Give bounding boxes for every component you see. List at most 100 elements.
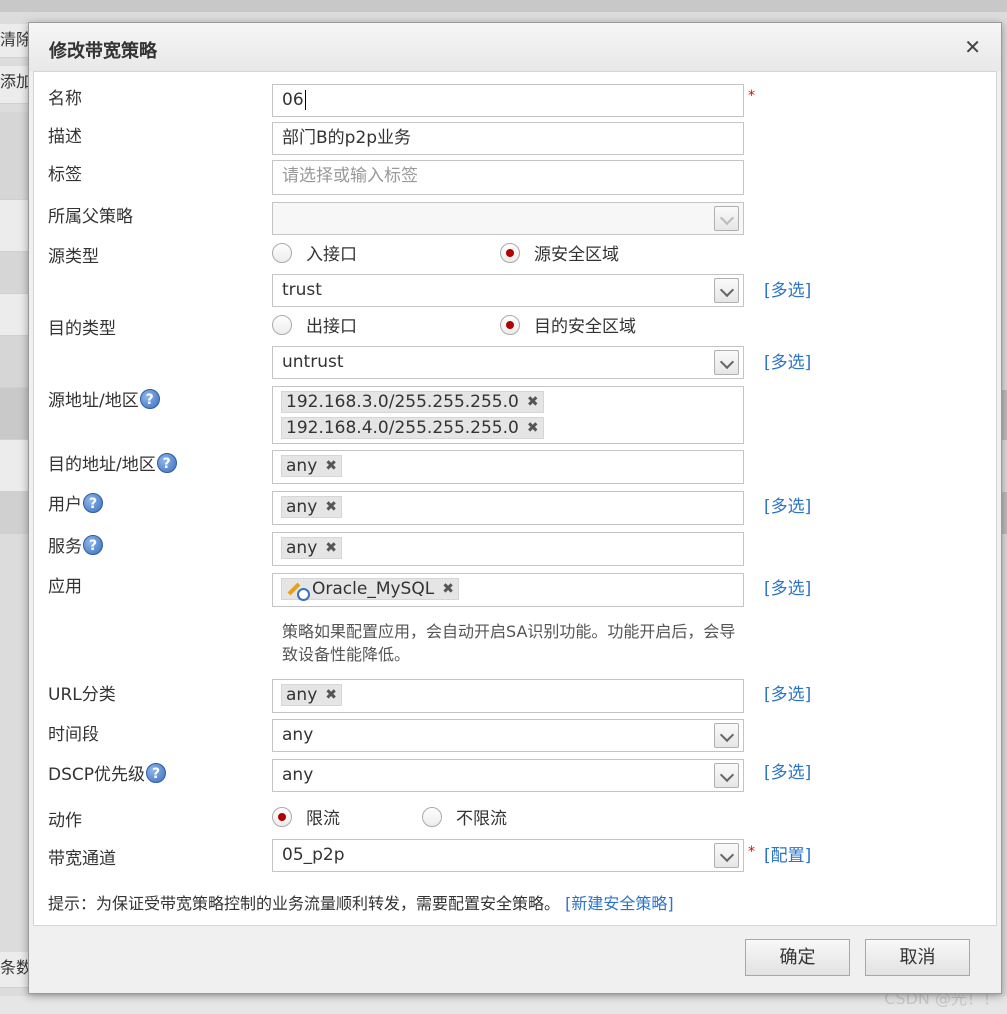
remove-tag-icon[interactable]: ✖ (325, 687, 337, 703)
source-address-label-text: 源地址/地区 (48, 391, 139, 411)
source-zone-select[interactable]: trust (272, 274, 744, 307)
background-count-label: 条数 (0, 958, 30, 977)
background-clear-button: 清除 (0, 24, 30, 58)
action-radio-group: 限流 不限流 (272, 804, 507, 829)
required-mark: * (748, 88, 755, 104)
background-add-label: 添加 (0, 72, 30, 91)
user-multi-select-link[interactable]: [多选] (764, 492, 811, 517)
security-policy-note: 提示：为保证受带宽策略控制的业务流量顺利转发，需要配置安全策略。 [新建安全策略… (48, 890, 674, 914)
parent-policy-select (272, 202, 744, 235)
remove-tag-icon[interactable]: ✖ (325, 499, 337, 515)
time-range-value: any (282, 725, 314, 745)
service-tag: any ✖ (281, 537, 342, 559)
user-tag: any ✖ (281, 496, 342, 518)
dscp-value: any (282, 765, 314, 785)
required-mark: * (748, 844, 755, 860)
source-type-option-label: 源安全区域 (534, 245, 619, 265)
background-row (0, 440, 30, 492)
new-security-policy-link[interactable]: [新建安全策略] (565, 894, 674, 913)
name-value: 06 (282, 90, 304, 110)
application-tag-input[interactable]: Oracle_MySQL ✖ (272, 573, 744, 607)
time-range-select[interactable]: any (272, 719, 744, 752)
bandwidth-channel-select[interactable]: 05_p2p (272, 839, 744, 872)
remove-tag-icon[interactable]: ✖ (325, 540, 337, 556)
help-icon[interactable]: ? (83, 534, 103, 555)
dscp-label: DSCP优先级? (48, 760, 167, 785)
dest-zone-select[interactable]: untrust (272, 346, 744, 379)
action-radio-limit[interactable]: 限流 (272, 804, 422, 829)
tag-input[interactable]: 请选择或输入标签 (272, 160, 744, 195)
dest-type-radio-zone[interactable]: 目的安全区域 (500, 312, 636, 337)
chevron-down-icon (714, 206, 739, 231)
source-type-option-label: 入接口 (306, 245, 357, 265)
dest-type-option-label: 目的安全区域 (534, 317, 636, 337)
service-label-text: 服务 (48, 537, 82, 557)
name-input[interactable]: 06 (272, 84, 744, 117)
dialog-footer: 确定 取消 (29, 928, 1001, 993)
dscp-select[interactable]: any (272, 759, 744, 792)
dest-type-radio-interface[interactable]: 出接口 (272, 312, 500, 337)
remove-tag-icon[interactable]: ✖ (527, 394, 539, 410)
user-label: 用户? (48, 490, 103, 515)
source-type-radio-interface[interactable]: 入接口 (272, 240, 500, 265)
edit-bandwidth-policy-dialog: 修改带宽策略 ✕ 名称 06 * 描述 部门B的p2p业务 标签 请选择或输入标… (28, 22, 1002, 994)
application-multi-select-link[interactable]: [多选] (764, 574, 811, 599)
url-category-multi-select-link[interactable]: [多选] (764, 680, 811, 705)
dialog-body: 名称 06 * 描述 部门B的p2p业务 标签 请选择或输入标签 所属父策略 源… (33, 71, 997, 926)
source-type-label: 源类型 (48, 247, 99, 267)
application-icon (286, 579, 310, 601)
ok-button[interactable]: 确定 (745, 939, 850, 976)
service-tag-input[interactable]: any ✖ (272, 532, 744, 566)
background-bottom-bar (0, 996, 1007, 1014)
help-icon[interactable]: ? (156, 452, 177, 473)
help-icon[interactable]: ? (146, 762, 167, 783)
source-zone-multi-select-link[interactable]: [多选] (764, 276, 811, 301)
source-address-tag-input[interactable]: 192.168.3.0/255.255.255.0 ✖ 192.168.4.0/2… (272, 386, 744, 444)
tag-text: any (286, 497, 318, 517)
source-address-tag: 192.168.3.0/255.255.255.0 ✖ (281, 391, 544, 413)
source-zone-value: trust (282, 280, 322, 300)
remove-tag-icon[interactable]: ✖ (527, 420, 539, 436)
url-category-tag: any ✖ (281, 684, 342, 706)
chevron-down-icon[interactable] (714, 723, 739, 748)
chevron-down-icon[interactable] (714, 843, 739, 868)
help-icon[interactable]: ? (83, 492, 103, 513)
cancel-button[interactable]: 取消 (865, 939, 970, 976)
dest-type-radio-group: 出接口 目的安全区域 (272, 312, 636, 337)
dest-type-label: 目的类型 (48, 319, 116, 339)
help-icon[interactable]: ? (139, 388, 160, 409)
dest-address-tag-input[interactable]: any ✖ (272, 450, 744, 484)
source-type-radio-zone[interactable]: 源安全区域 (500, 240, 619, 265)
user-tag-input[interactable]: any ✖ (272, 491, 744, 525)
radio-circle (272, 314, 292, 335)
dialog-header: 修改带宽策略 ✕ (29, 23, 1001, 71)
url-category-label: URL分类 (48, 685, 116, 705)
close-icon[interactable]: ✕ (964, 35, 981, 59)
radio-circle (272, 806, 292, 827)
description-input[interactable]: 部门B的p2p业务 (272, 122, 744, 155)
bandwidth-channel-configure-link[interactable]: [配置] (764, 841, 811, 866)
background-row (0, 294, 30, 336)
chevron-down-icon[interactable] (714, 763, 739, 788)
dscp-multi-select-link[interactable]: [多选] (764, 758, 811, 783)
background-top-bar (0, 0, 1007, 12)
chevron-down-icon[interactable] (714, 350, 739, 375)
bandwidth-channel-value: 05_p2p (282, 845, 345, 865)
dest-address-label-text: 目的地址/地区 (48, 455, 156, 475)
background-row (0, 200, 30, 252)
background-count: 条数 (0, 952, 30, 988)
user-label-text: 用户 (48, 495, 82, 515)
background-row (0, 112, 30, 200)
background-clear-label: 清除 (0, 30, 30, 49)
tag-text: Oracle_MySQL (312, 579, 435, 599)
url-category-tag-input[interactable]: any ✖ (272, 679, 744, 713)
action-radio-no-limit[interactable]: 不限流 (422, 804, 507, 829)
action-option-label: 限流 (306, 809, 340, 829)
remove-tag-icon[interactable]: ✖ (442, 581, 454, 597)
chevron-down-icon[interactable] (714, 278, 739, 303)
dest-zone-value: untrust (282, 352, 344, 372)
radio-circle (272, 242, 292, 263)
dest-zone-multi-select-link[interactable]: [多选] (764, 348, 811, 373)
background-row (0, 336, 30, 388)
remove-tag-icon[interactable]: ✖ (325, 458, 337, 474)
